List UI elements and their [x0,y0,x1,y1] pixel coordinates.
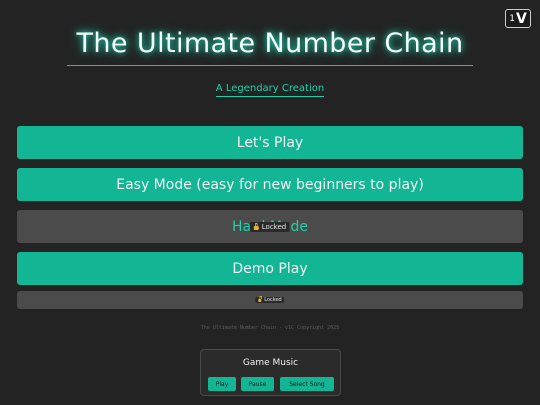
version-button[interactable]: 1 V [505,9,531,28]
easy-mode-label: Easy Mode (easy for new beginners to pla… [116,176,424,193]
lets-play-label: Let's Play [236,134,304,151]
demo-play-label: Demo Play [232,260,308,277]
easy-mode-button[interactable]: Easy Mode (easy for new beginners to pla… [17,168,523,201]
hard-mode-lock-badge: Locked [249,221,291,232]
music-panel: Game Music Play Pause Select Song [200,349,341,396]
hard-mode-lock-label: Locked [261,222,287,231]
game-subtitle: A Legendary Creation [0,83,540,97]
demo-play-button[interactable]: Demo Play [17,252,523,285]
footer-copyright: The Ultimate Number Chain - v1C Copyrigh… [200,325,340,331]
hard-mode-button: Hard Mode Locked [17,210,523,243]
music-pause-button[interactable]: Pause [241,377,274,391]
locked-mode-badge: Locked [255,296,285,303]
game-title: The Ultimate Number Chain [76,28,464,59]
title-divider [67,65,473,66]
music-select-song-button[interactable]: Select Song [280,377,334,391]
lock-icon [253,222,259,230]
music-play-button[interactable]: Play [208,377,236,391]
locked-mode-label: Locked [264,297,282,303]
subtitle-text: A Legendary Creation [215,83,325,97]
version-v-icon: V [515,10,527,27]
lock-icon [258,296,263,302]
music-panel-title: Game Music [242,358,299,368]
lets-play-button[interactable]: Let's Play [17,126,523,159]
version-number: 1 [509,13,515,24]
locked-mode-button: Locked [17,291,523,309]
